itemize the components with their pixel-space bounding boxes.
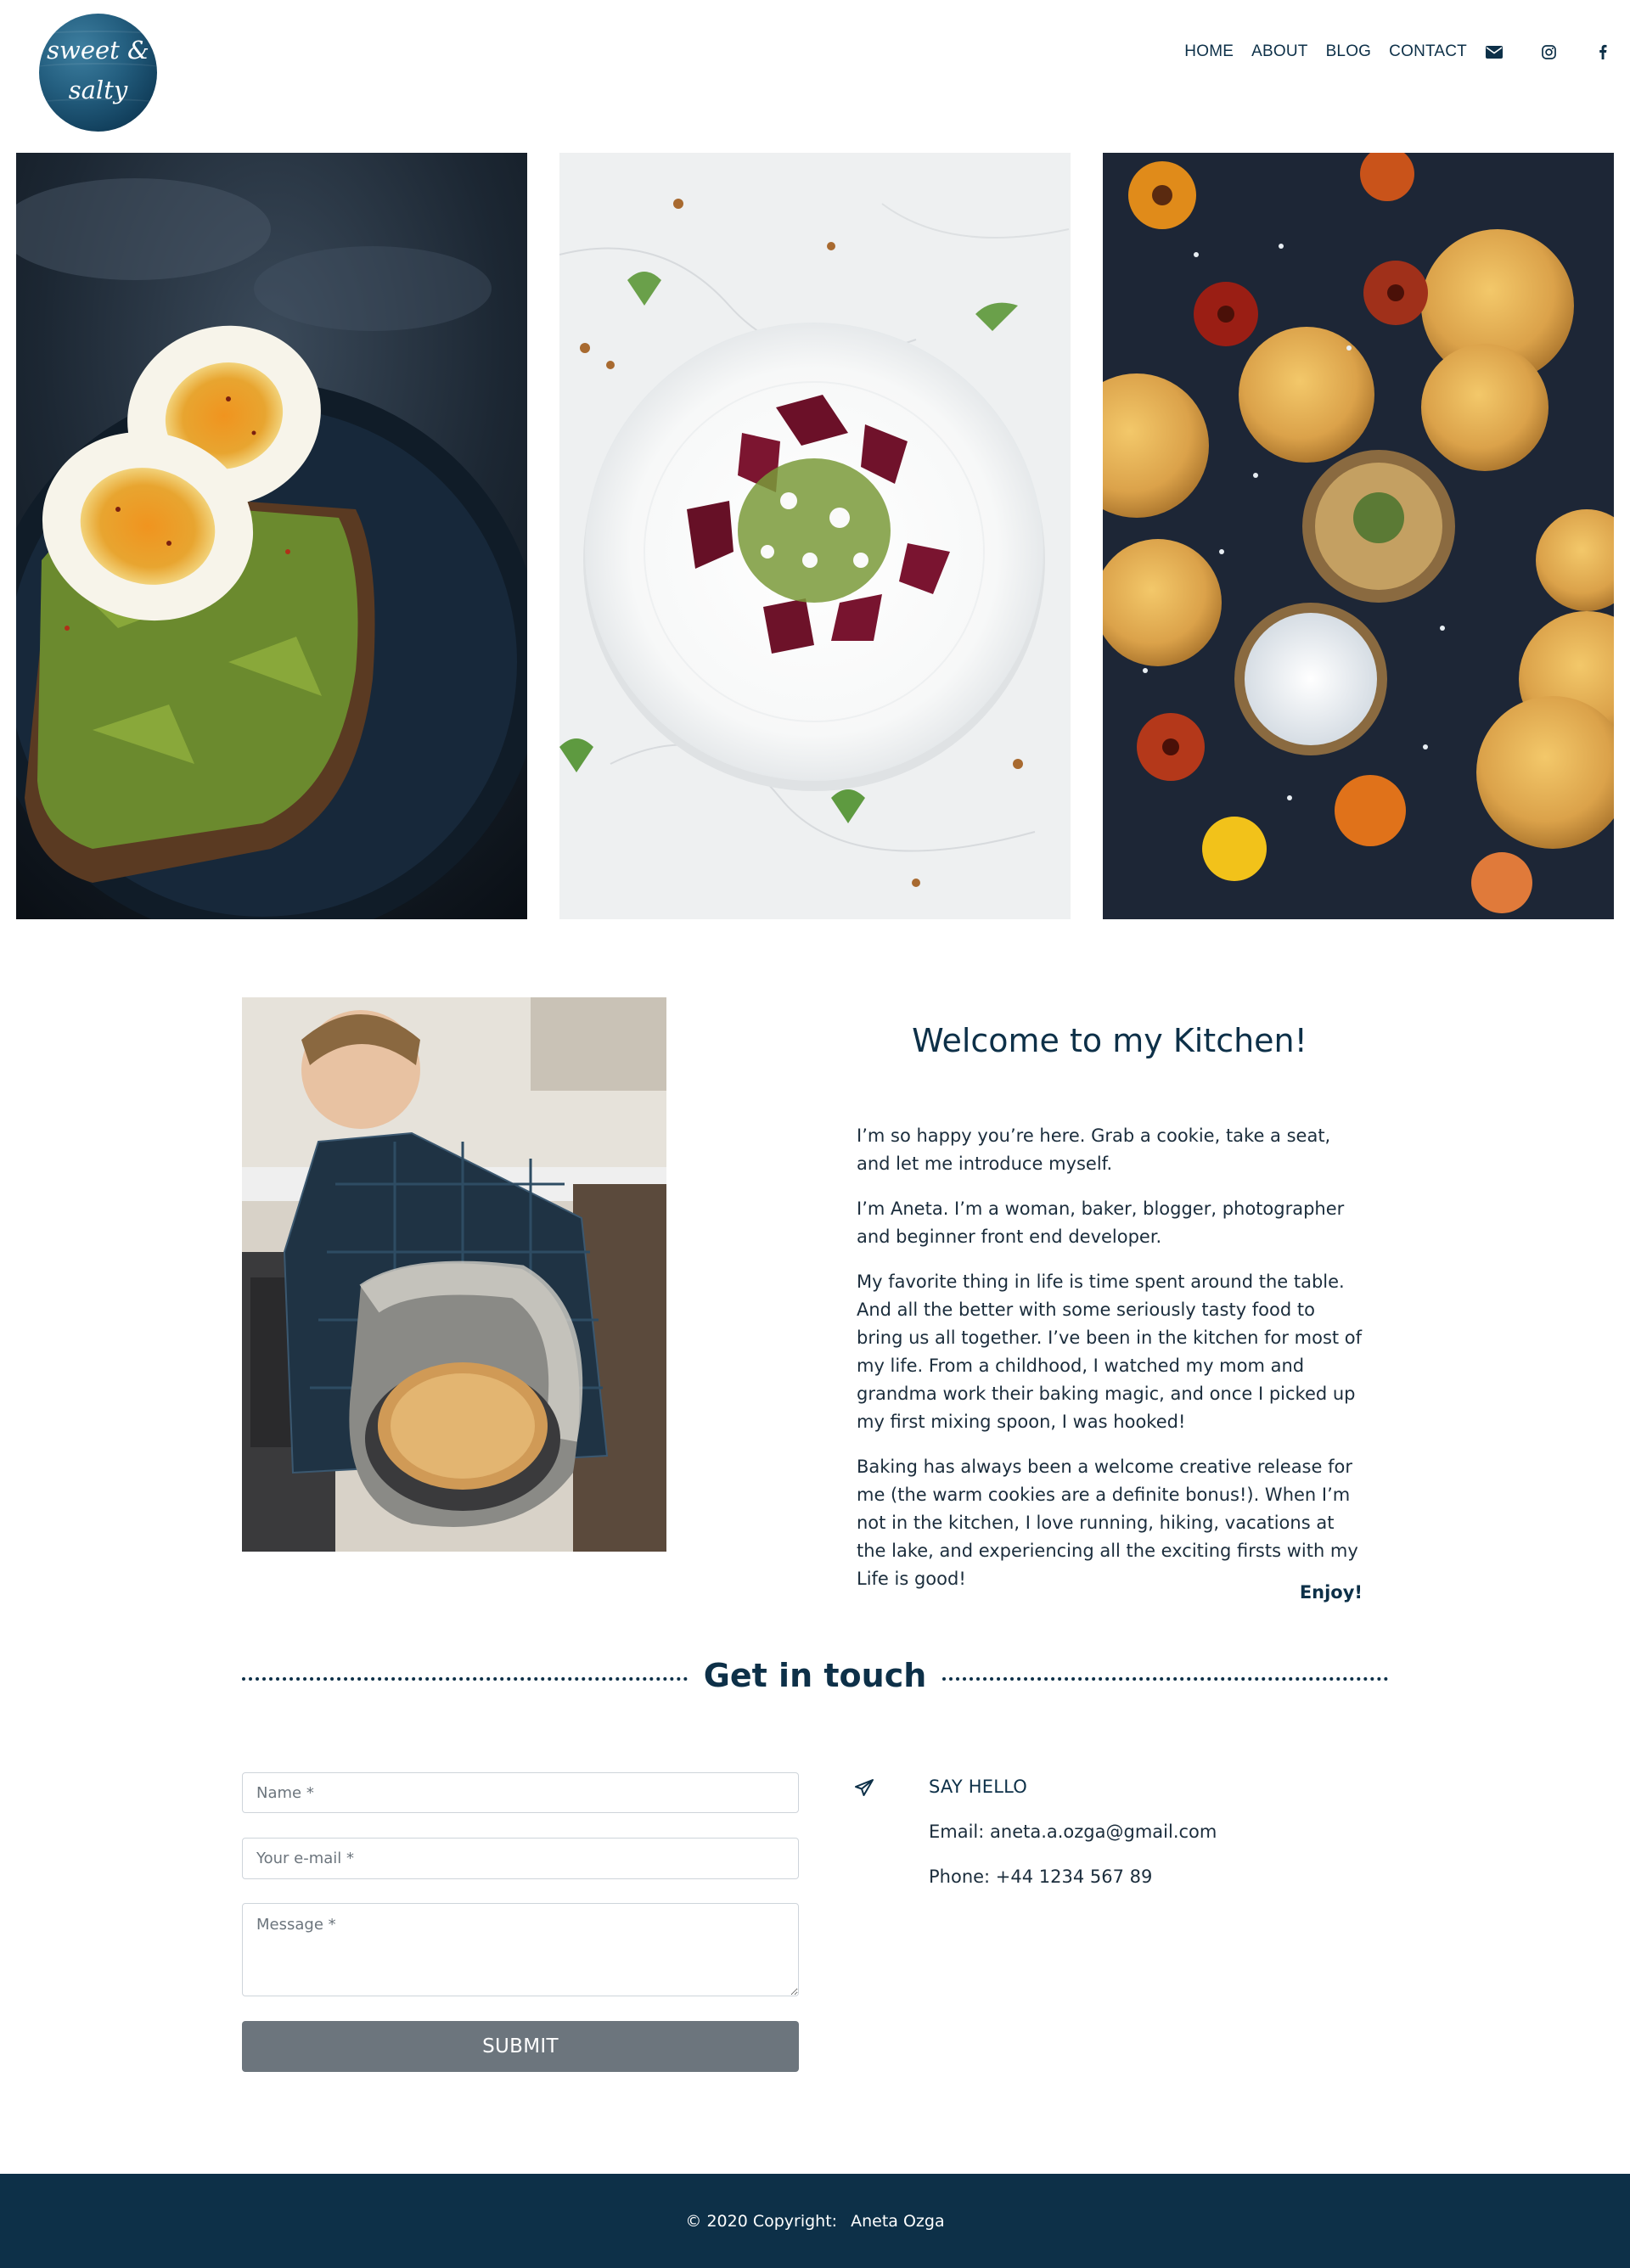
about-paragraph: I’m so happy you’re here. Grab a cookie,… (857, 1126, 1331, 1174)
nav-blog[interactable]: BLOG (1326, 42, 1372, 61)
nav-home[interactable]: HOME (1184, 42, 1234, 61)
about-paragraph: My favorite thing in life is time spent … (857, 1272, 1363, 1432)
message-textarea[interactable] (242, 1903, 799, 1996)
logo-text-line2: salty (68, 76, 128, 104)
name-input[interactable] (242, 1772, 799, 1813)
say-hello-heading: SAY HELLO (929, 1777, 1027, 1797)
logo-texture (39, 63, 157, 75)
contact-email[interactable]: Email: aneta.a.ozga@gmail.com (929, 1822, 1217, 1842)
footer-copyright: © 2020 Copyright: (685, 2211, 838, 2231)
beetroot-salad-photo (559, 153, 1071, 919)
about-title: Welcome to my Kitchen! (912, 1022, 1307, 1059)
nav-contact[interactable]: CONTACT (1389, 42, 1467, 61)
facebook-icon[interactable] (1576, 40, 1630, 64)
contact-phone[interactable]: Phone: +44 1234 567 89 (929, 1867, 1152, 1887)
about-text: I’m so happy you’re here. Grab a cookie,… (857, 1122, 1366, 1610)
site-footer: © 2020 Copyright: Aneta Ozga (0, 2174, 1630, 2268)
about-paragraph: I’m Aneta. I’m a woman, baker, blogger, … (857, 1199, 1345, 1247)
about-signoff: Enjoy! (1299, 1582, 1363, 1603)
main-nav: HOME ABOUT BLOG CONTACT (1184, 40, 1630, 64)
nav-about[interactable]: ABOUT (1251, 42, 1307, 61)
footer-author[interactable]: Aneta Ozga (851, 2212, 945, 2231)
section-divider-left (242, 1677, 688, 1681)
email-input[interactable] (242, 1838, 799, 1879)
egg-avocado-toast-photo (16, 153, 527, 919)
logo-text-line1: sweet & (47, 36, 149, 65)
site-logo[interactable]: sweet & salty (39, 14, 157, 132)
contact-title: Get in touch (703, 1657, 927, 1694)
scones-flowers-photo (1103, 153, 1614, 919)
baker-holding-cake-photo (242, 997, 666, 1552)
section-divider-right (942, 1677, 1388, 1681)
submit-button[interactable]: SUBMIT (242, 2021, 799, 2072)
paper-plane-icon (854, 1777, 874, 1798)
about-paragraph: Baking has always been a welcome creativ… (857, 1457, 1358, 1589)
instagram-icon[interactable] (1521, 40, 1576, 64)
envelope-icon[interactable] (1467, 40, 1521, 64)
